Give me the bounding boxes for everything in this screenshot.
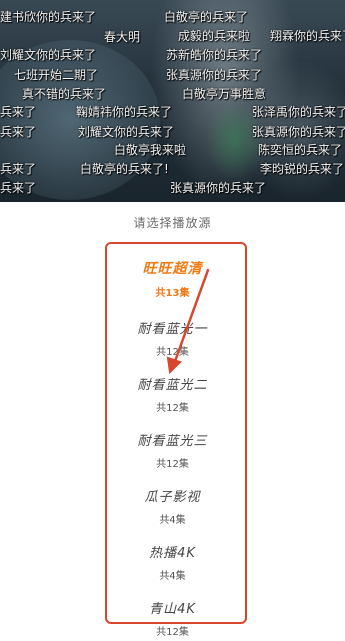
source-panel-title: 请选择播放源 xyxy=(133,216,212,230)
danmaku-comment: 陈奕恒的兵来了 xyxy=(258,143,343,157)
danmaku-comment: 兵来了 xyxy=(0,125,37,139)
danmaku-comment: 建书欣你的兵来了 xyxy=(0,10,97,24)
danmaku-comment: 张真源你的兵来了 xyxy=(252,125,345,139)
danmaku-comment: 张泽禹你的兵来了 xyxy=(252,105,345,119)
danmaku-comment: 鞠婧祎你的兵来了 xyxy=(76,105,173,119)
episode-count: 共12集 xyxy=(156,627,189,638)
danmaku-comment: 真不错的兵来了 xyxy=(22,87,107,101)
danmaku-comment: 白敬亭我来啦 xyxy=(114,143,187,157)
danmaku-comment: 刘耀文你的兵来了 xyxy=(0,48,97,62)
danmaku-comment: 七班开始二期了 xyxy=(14,68,99,82)
danmaku-comment: 白敬亭万事胜意 xyxy=(182,87,267,101)
danmaku-comment: 刘耀文你的兵来了 xyxy=(78,125,175,139)
danmaku-comment: 苏新皓你的兵来了 xyxy=(166,48,263,62)
video-player[interactable]: 建书欣你的兵来了 白敬亭的兵来了 刘耀文你的兵来了 春大明 成毅的兵来啦 翔霖你… xyxy=(0,0,345,202)
danmaku-comment: 白敬亭的兵来了 xyxy=(164,10,249,24)
danmaku-comment: 兵来了 xyxy=(0,181,37,195)
danmaku-comment: 翔霖你的兵来了 xyxy=(270,29,345,43)
highlight-box xyxy=(105,242,247,624)
danmaku-comment: 张真源你的兵来了 xyxy=(166,68,263,82)
danmaku-comment: 成毅的兵来啦 xyxy=(178,29,251,43)
danmaku-comment: 兵来了 xyxy=(0,105,37,119)
danmaku-comment: 春大明 xyxy=(104,30,141,44)
danmaku-comment: 李昀锐的兵来了 xyxy=(260,162,345,176)
danmaku-comment: 白敬亭的兵来了! xyxy=(80,162,169,176)
danmaku-comment: 兵来了 xyxy=(0,162,37,176)
danmaku-comment: 张真源你的兵来了 xyxy=(170,181,267,195)
